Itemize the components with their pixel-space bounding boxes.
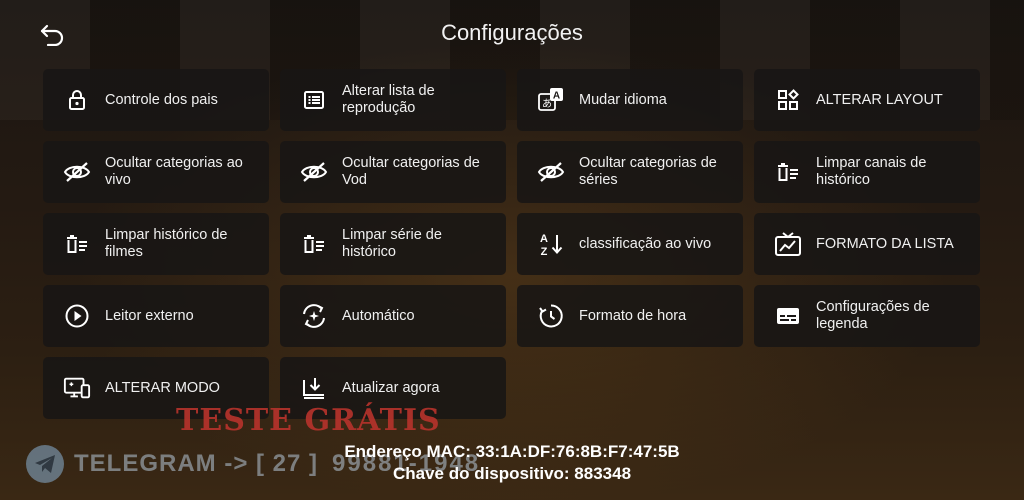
device-key: Chave do dispositivo: 883348: [392, 464, 632, 483]
tile-hide-series-categories[interactable]: Ocultar categorias de séries: [517, 141, 743, 203]
tile-label: Mudar idioma: [579, 91, 667, 108]
tile-automatic[interactable]: Automático: [280, 285, 506, 347]
translate-icon: あA: [537, 86, 565, 114]
subtitles-icon: [774, 302, 802, 330]
tile-label: classificação ao vivo: [579, 235, 712, 252]
tile-label: Ocultar categorias ao vivo: [105, 155, 243, 188]
tile-label: Limpar histórico de filmes: [105, 227, 228, 260]
tile-label: Leitor externo: [105, 307, 194, 324]
tile-parental-control[interactable]: Controle dos pais: [43, 69, 269, 131]
settings-grid: Controle dos pais Alterar lista de repro…: [43, 69, 980, 419]
sort-az-icon: AZ: [537, 230, 565, 258]
devices-icon: [63, 374, 91, 402]
tile-label: Alterar lista de reprodução: [342, 83, 435, 116]
download-icon: [300, 374, 328, 402]
tile-clear-movie-history[interactable]: Limpar histórico de filmes: [43, 213, 269, 275]
tv-chart-icon: [774, 230, 802, 258]
eye-off-icon: [537, 158, 565, 186]
tile-label: Atualizar agora: [342, 379, 440, 396]
tile-time-format[interactable]: Formato de hora: [517, 285, 743, 347]
tile-list-format[interactable]: FORMATO DA LISTA: [754, 213, 980, 275]
tile-hide-live-categories[interactable]: Ocultar categorias ao vivo: [43, 141, 269, 203]
promo-watermark: TESTE GRÁTIS: [176, 403, 441, 438]
tile-clear-series-history[interactable]: Limpar série de histórico: [280, 213, 506, 275]
clear-list-icon: [300, 230, 328, 258]
clock-icon: [537, 302, 565, 330]
clear-list-icon: [774, 158, 802, 186]
tile-hide-vod-categories[interactable]: Ocultar categorias de Vod: [280, 141, 506, 203]
page-title: Configurações: [441, 20, 583, 45]
tile-label: ALTERAR LAYOUT: [816, 91, 943, 108]
list-icon: [300, 86, 328, 114]
tile-label: Configurações de legenda: [816, 299, 930, 332]
svg-text:A: A: [553, 91, 560, 102]
tile-external-player[interactable]: Leitor externo: [43, 285, 269, 347]
tile-subtitle-settings[interactable]: Configurações de legenda: [754, 285, 980, 347]
tile-change-playlist[interactable]: Alterar lista de reprodução: [280, 69, 506, 131]
svg-text:A: A: [540, 233, 548, 245]
tile-label: Limpar série de histórico: [342, 227, 442, 260]
eye-off-icon: [300, 158, 328, 186]
header: Configurações: [0, 0, 1024, 70]
lock-icon: [63, 86, 91, 114]
tile-label: Ocultar categorias de séries: [579, 155, 717, 188]
layout-icon: [774, 86, 802, 114]
play-circle-icon: [63, 302, 91, 330]
svg-text:Z: Z: [541, 246, 548, 258]
tile-label: Automático: [342, 307, 415, 324]
tile-label: FORMATO DA LISTA: [816, 235, 954, 252]
tile-label: Controle dos pais: [105, 91, 218, 108]
tile-label: Limpar canais de histórico: [816, 155, 927, 188]
tile-live-sorting[interactable]: AZ classificação ao vivo: [517, 213, 743, 275]
clear-list-icon: [63, 230, 91, 258]
tile-label: ALTERAR MODO: [105, 379, 220, 396]
tile-label: Formato de hora: [579, 307, 687, 324]
tile-label: Ocultar categorias de Vod: [342, 155, 480, 188]
mac-address: Endereço MAC: 33:1A:DF:76:8B:F7:47:5B: [344, 442, 680, 461]
auto-icon: [300, 302, 328, 330]
eye-off-icon: [63, 158, 91, 186]
tile-change-layout[interactable]: ALTERAR LAYOUT: [754, 69, 980, 131]
tile-clear-channel-history[interactable]: Limpar canais de histórico: [754, 141, 980, 203]
tile-change-language[interactable]: あA Mudar idioma: [517, 69, 743, 131]
